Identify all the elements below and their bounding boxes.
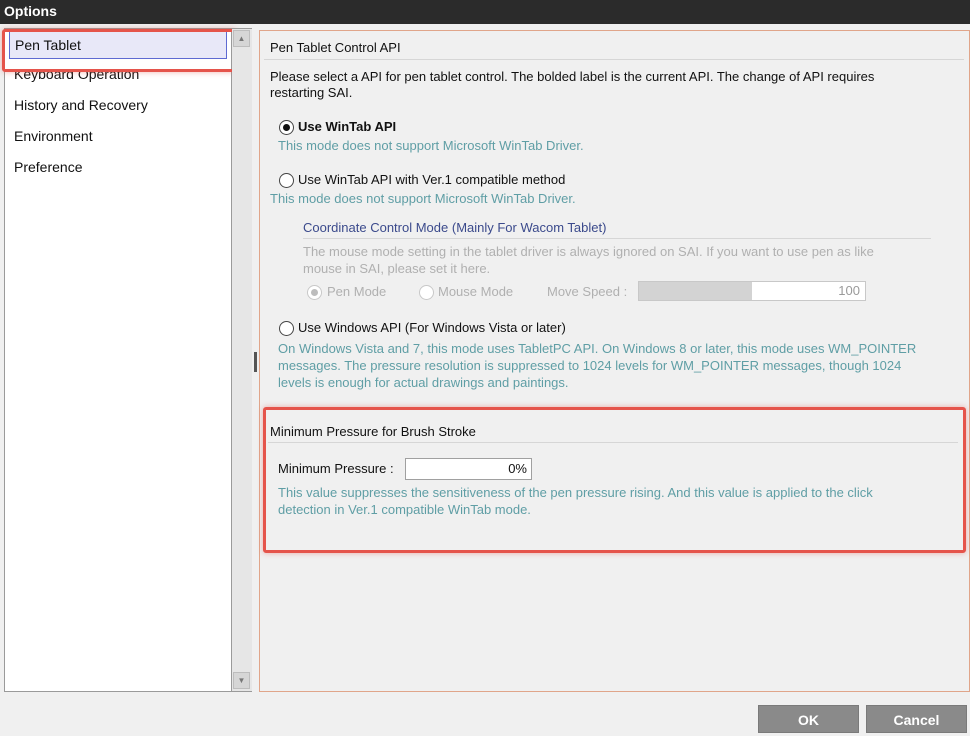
coordinate-mode-divider xyxy=(303,238,931,239)
sidebar-scrollbar[interactable]: ▲ ▼ xyxy=(232,28,252,692)
dialog-title: Options xyxy=(0,0,970,24)
mouse-mode-radio[interactable] xyxy=(419,285,434,300)
wintab-ver1-radio[interactable] xyxy=(279,173,294,188)
options-dialog: Options Pen Tablet Keyboard Operation Hi… xyxy=(0,0,970,736)
splitter-handle[interactable] xyxy=(254,352,257,372)
windows-api-label[interactable]: Use Windows API (For Windows Vista or la… xyxy=(298,320,566,335)
move-speed-fill xyxy=(639,282,752,300)
move-speed-value: 100 xyxy=(838,283,860,298)
mouse-mode-label[interactable]: Mouse Mode xyxy=(438,284,513,300)
minimum-pressure-label: Minimum Pressure : xyxy=(278,461,394,476)
sidebar-item-pen-tablet[interactable]: Pen Tablet xyxy=(9,31,227,59)
sidebar-item-environment[interactable]: Environment xyxy=(5,121,231,152)
pressure-desc-line1: This value suppresses the sensitiveness … xyxy=(278,485,873,500)
scroll-down-icon[interactable]: ▼ xyxy=(233,672,250,689)
settings-panel: Pen Tablet Control API Please select a A… xyxy=(259,30,970,692)
pressure-section-divider xyxy=(268,442,958,443)
coordinate-mode-desc-line2: mouse in SAI, please set it here. xyxy=(303,261,491,276)
minimum-pressure-input[interactable]: 0% xyxy=(405,458,532,480)
windows-api-desc-line2: messages. The pressure resolution is sup… xyxy=(278,358,902,373)
pressure-section-title: Minimum Pressure for Brush Stroke xyxy=(270,424,476,439)
windows-api-desc-line3: levels is enough for actual drawings and… xyxy=(278,375,569,390)
windows-api-radio[interactable] xyxy=(279,321,294,336)
windows-api-desc-line1: On Windows Vista and 7, this mode uses T… xyxy=(278,341,917,356)
pen-mode-label[interactable]: Pen Mode xyxy=(327,284,386,300)
coordinate-mode-title: Coordinate Control Mode (Mainly For Waco… xyxy=(303,220,607,235)
wintab-api-label[interactable]: Use WinTab API xyxy=(298,119,396,134)
api-section-divider xyxy=(264,59,964,60)
move-speed-label: Move Speed : xyxy=(547,284,628,299)
scroll-up-icon[interactable]: ▲ xyxy=(233,30,250,47)
move-speed-slider[interactable]: 100 xyxy=(638,281,866,301)
wintab-ver1-label[interactable]: Use WinTab API with Ver.1 compatible met… xyxy=(298,172,565,187)
wintab-ver1-description: This mode does not support Microsoft Win… xyxy=(270,191,576,206)
wintab-api-radio[interactable] xyxy=(279,120,294,135)
pen-mode-radio[interactable] xyxy=(307,285,322,300)
cancel-button[interactable]: Cancel xyxy=(866,705,967,733)
dialog-button-bar: OK Cancel xyxy=(0,692,970,736)
coordinate-mode-desc-line1: The mouse mode setting in the tablet dri… xyxy=(303,244,874,259)
api-section-title: Pen Tablet Control API xyxy=(270,40,401,55)
api-intro-line1: Please select a API for pen tablet contr… xyxy=(270,69,875,84)
pressure-desc-line2: detection in Ver.1 compatible WinTab mod… xyxy=(278,502,531,517)
wintab-api-description: This mode does not support Microsoft Win… xyxy=(278,138,584,153)
sidebar-item-keyboard-operation[interactable]: Keyboard Operation xyxy=(5,59,231,90)
category-list: Pen Tablet Keyboard Operation History an… xyxy=(4,28,232,692)
sidebar-item-history-and-recovery[interactable]: History and Recovery xyxy=(5,90,231,121)
api-intro-line2: restarting SAI. xyxy=(270,85,353,100)
ok-button[interactable]: OK xyxy=(758,705,859,733)
sidebar-item-preference[interactable]: Preference xyxy=(5,152,231,183)
